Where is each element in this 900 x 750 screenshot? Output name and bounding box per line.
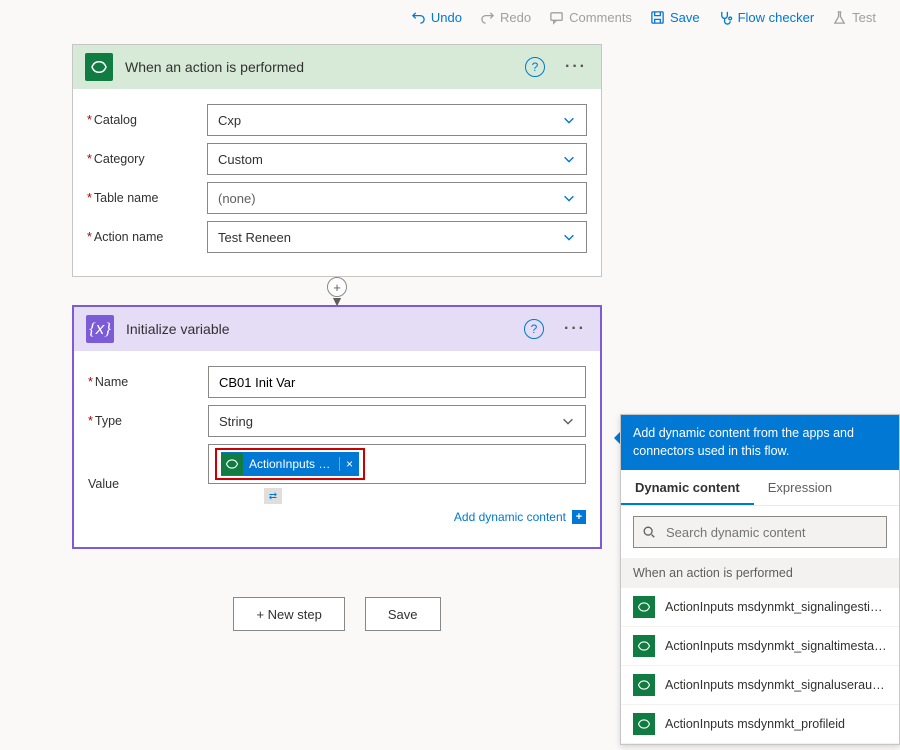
chevron-down-icon <box>562 230 576 244</box>
trigger-card: When an action is performed ? ··· *Catal… <box>72 44 602 277</box>
chevron-down-icon <box>561 414 575 428</box>
search-input[interactable] <box>664 524 878 541</box>
flask-icon <box>832 10 847 25</box>
dynamic-content-tabs: Dynamic content Expression <box>621 470 899 506</box>
dynamic-content-token[interactable]: ActionInputs m… × <box>221 452 359 476</box>
dataverse-icon <box>633 674 655 696</box>
catalog-select[interactable]: Cxp <box>207 104 587 136</box>
tab-dynamic-content[interactable]: Dynamic content <box>621 470 754 505</box>
category-label: *Category <box>87 152 207 166</box>
trigger-card-header[interactable]: When an action is performed ? ··· <box>73 45 601 89</box>
action-card-header[interactable]: {x} Initialize variable ? ··· <box>74 307 600 351</box>
chevron-down-icon <box>562 191 576 205</box>
save-flow-button[interactable]: Save <box>365 597 441 631</box>
plus-icon: + <box>572 510 586 524</box>
catalog-label: *Catalog <box>87 113 207 127</box>
undo-label: Undo <box>431 10 462 25</box>
dynamic-section-header: When an action is performed <box>621 558 899 588</box>
highlight-annotation: ActionInputs m… × <box>215 448 365 480</box>
comments-label: Comments <box>569 10 632 25</box>
type-select[interactable]: String <box>208 405 586 437</box>
connector: + ▼ <box>72 277 602 305</box>
chevron-down-icon <box>562 113 576 127</box>
arrow-down-icon: ▼ <box>330 297 344 305</box>
dataverse-icon <box>633 596 655 618</box>
save-label: Save <box>670 10 700 25</box>
dynamic-items-list: ActionInputs msdynmkt_signalingestiontim… <box>621 588 899 744</box>
dynamic-item-label: ActionInputs msdynmkt_signaltimestamp <box>665 639 887 653</box>
action-select[interactable]: Test Reneen <box>207 221 587 253</box>
add-dynamic-content-link[interactable]: Add dynamic content + <box>208 510 586 524</box>
undo-icon <box>411 10 426 25</box>
dynamic-content-search[interactable] <box>633 516 887 548</box>
dynamic-item-label: ActionInputs msdynmkt_signaluserauthid <box>665 678 887 692</box>
dynamic-content-item[interactable]: ActionInputs msdynmkt_signaltimestamp <box>621 627 899 666</box>
dynamic-content-item[interactable]: ActionInputs msdynmkt_signalingestiontim… <box>621 588 899 627</box>
table-label: *Table name <box>87 191 207 205</box>
dynamic-item-label: ActionInputs msdynmkt_signalingestiontim… <box>665 600 887 614</box>
test-button[interactable]: Test <box>832 10 876 25</box>
value-label: Value <box>88 477 208 491</box>
dataverse-icon <box>633 635 655 657</box>
new-step-button[interactable]: + New step <box>233 597 344 631</box>
action-label: *Action name <box>87 230 207 244</box>
table-select[interactable]: (none) <box>207 182 587 214</box>
dynamic-content-item[interactable]: ActionInputs msdynmkt_signaluserauthid <box>621 666 899 705</box>
dynamic-item-label: ActionInputs msdynmkt_profileid <box>665 717 845 731</box>
variable-icon: {x} <box>86 315 114 343</box>
stethoscope-icon <box>718 10 733 25</box>
flow-checker-label: Flow checker <box>738 10 815 25</box>
dynamic-content-panel: Add dynamic content from the apps and co… <box>620 414 900 745</box>
redo-button: Redo <box>480 10 531 25</box>
category-select[interactable]: Custom <box>207 143 587 175</box>
dataverse-icon <box>85 53 113 81</box>
redo-icon <box>480 10 495 25</box>
initialize-variable-card: {x} Initialize variable ? ··· *Name *Typ… <box>72 305 602 549</box>
help-icon[interactable]: ? <box>525 57 545 77</box>
more-icon[interactable]: ··· <box>562 320 588 338</box>
comments-button[interactable]: Comments <box>549 10 632 25</box>
redo-label: Redo <box>500 10 531 25</box>
dynamic-content-banner: Add dynamic content from the apps and co… <box>621 415 899 470</box>
name-input[interactable] <box>208 366 586 398</box>
search-icon <box>642 525 656 539</box>
action-body: *Name *Type String Value <box>74 351 600 547</box>
command-bar: Undo Redo Comments Save Flow checker Tes… <box>0 0 900 34</box>
trigger-body: *Catalog Cxp *Category Custom *Table nam… <box>73 89 601 276</box>
token-remove-button[interactable]: × <box>339 457 359 471</box>
token-text: ActionInputs m… <box>247 457 339 471</box>
trigger-title: When an action is performed <box>125 59 513 75</box>
dataverse-icon <box>221 453 243 475</box>
token-picker-handle[interactable]: ⇄ <box>264 488 282 504</box>
value-input[interactable]: ActionInputs m… × <box>208 444 586 484</box>
tab-expression[interactable]: Expression <box>754 470 846 505</box>
save-button[interactable]: Save <box>650 10 700 25</box>
name-label: *Name <box>88 375 208 389</box>
action-title: Initialize variable <box>126 321 512 337</box>
help-icon[interactable]: ? <box>524 319 544 339</box>
dataverse-icon <box>633 713 655 735</box>
dynamic-content-item[interactable]: ActionInputs msdynmkt_profileid <box>621 705 899 744</box>
undo-button[interactable]: Undo <box>411 10 462 25</box>
comment-icon <box>549 10 564 25</box>
bottom-button-row: + New step Save <box>72 597 602 631</box>
flow-checker-button[interactable]: Flow checker <box>718 10 815 25</box>
test-label: Test <box>852 10 876 25</box>
chevron-down-icon <box>562 152 576 166</box>
type-label: *Type <box>88 414 208 428</box>
save-icon <box>650 10 665 25</box>
more-icon[interactable]: ··· <box>563 58 589 76</box>
